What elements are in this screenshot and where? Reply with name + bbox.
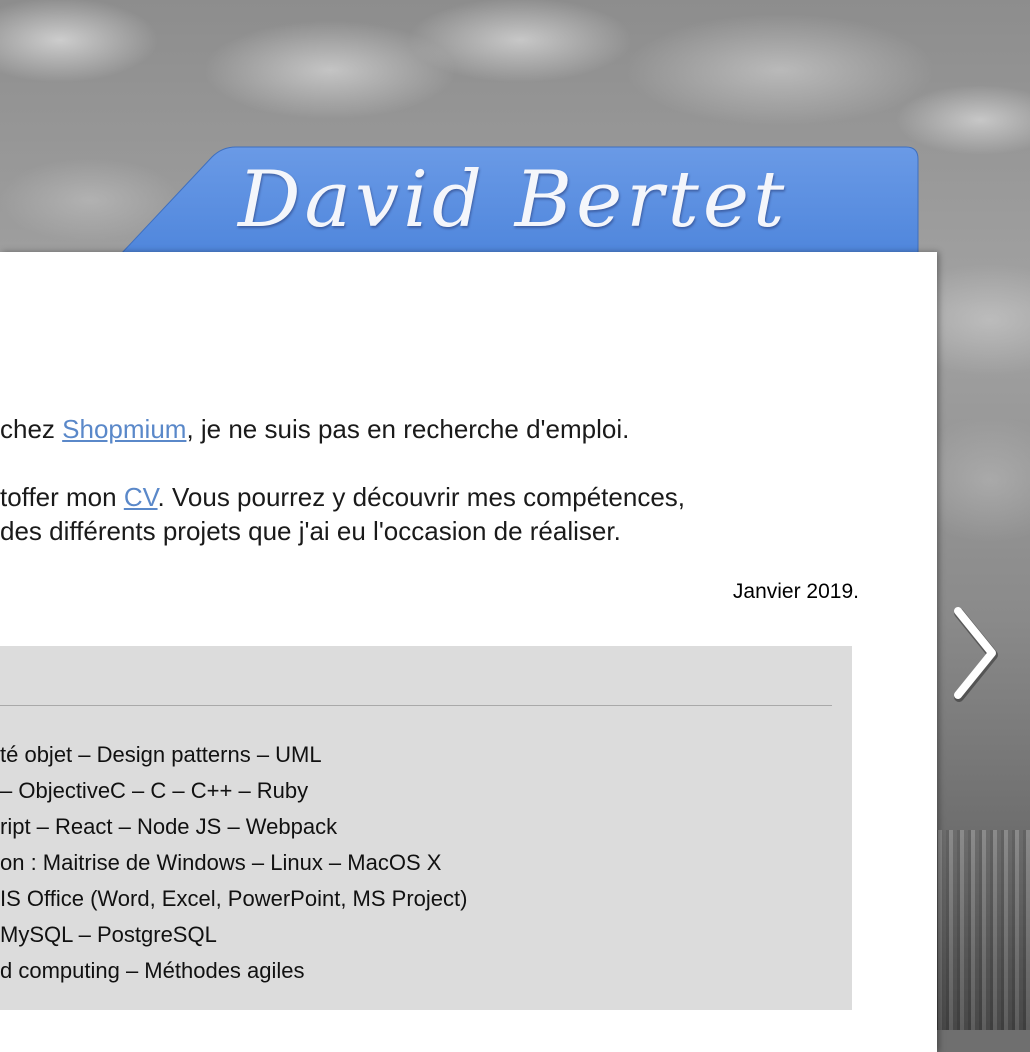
skill-item: ript – React – Node JS – Webpack (0, 814, 338, 839)
intro-line-1-start: chez (0, 414, 63, 444)
intro-line-2: toffer mon CV. Vous pourrez y découvrir … (0, 480, 685, 514)
intro-line-1: chez Shopmium, je ne suis pas en recherc… (0, 412, 629, 446)
skills-panel: té objet – Design patterns – UML – Objec… (0, 646, 852, 1010)
skill-item: té objet – Design patterns – UML (0, 742, 322, 767)
skills-divider (0, 705, 832, 706)
skill-item: MySQL – PostgreSQL (0, 922, 217, 947)
chevron-right-icon (954, 607, 998, 702)
skill-item: IS Office (Word, Excel, PowerPoint, MS P… (0, 886, 468, 911)
site-title: David Bertet (238, 155, 789, 245)
skill-item: – ObjectiveC – C – C++ – Ruby (0, 778, 309, 803)
name-tab: David Bertet (120, 145, 920, 255)
intro-line-3: des différents projets que j'ai eu l'occ… (0, 516, 621, 546)
skill-item: d computing – Méthodes agiles (0, 958, 305, 983)
shopmium-link[interactable]: Shopmium (62, 414, 186, 444)
intro-line-2-start: toffer mon (0, 482, 124, 512)
skill-item: on : Maitrise de Windows – Linux – MacOS… (0, 850, 442, 875)
intro-line-1-end: , je ne suis pas en recherche d'emploi. (186, 414, 630, 444)
cv-link[interactable]: CV (124, 482, 158, 512)
intro-line-2-end: . Vous pourrez y découvrir mes compétenc… (157, 482, 686, 512)
next-button[interactable] (948, 603, 1004, 703)
update-date: Janvier 2019. (732, 580, 859, 603)
